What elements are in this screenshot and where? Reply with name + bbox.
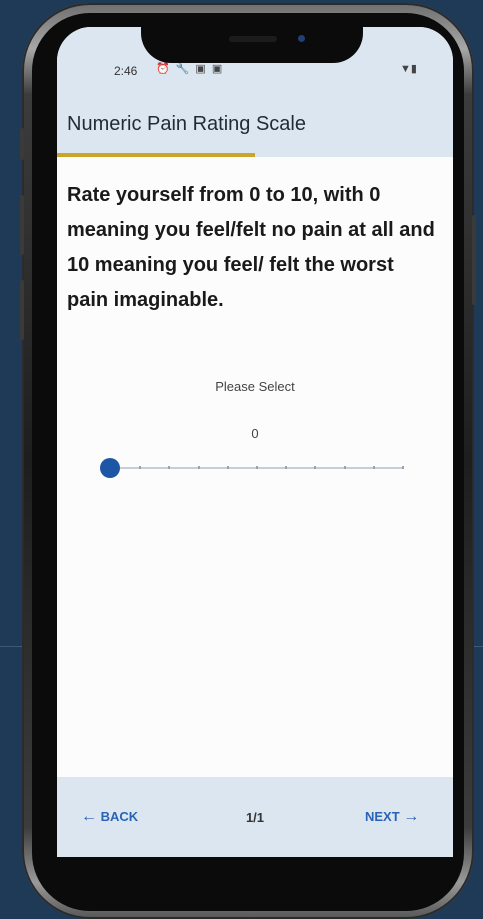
- slider-tick: [168, 466, 171, 469]
- progress-fill: [57, 153, 255, 157]
- progress-track: [57, 153, 453, 157]
- slider-tick: [197, 466, 200, 469]
- battery-icon: ▮: [410, 63, 417, 75]
- slider-tick: [226, 466, 229, 469]
- next-label: NEXT: [365, 809, 400, 824]
- phone-chin: [57, 857, 453, 897]
- card-icon: ▣: [211, 63, 229, 75]
- arrow-right-icon: →: [403, 808, 420, 825]
- slider-tick: [139, 466, 142, 469]
- status-icons: ⏰🔧▣▣: [156, 62, 228, 75]
- card-icon: ▣: [195, 63, 212, 75]
- pain-rating-slider[interactable]: [100, 457, 404, 479]
- side-button-right: [472, 215, 476, 305]
- slider-tick: [372, 466, 375, 469]
- slider-value: 0: [251, 426, 259, 441]
- side-button-left-top: [20, 128, 24, 160]
- side-button-left-low: [20, 280, 24, 340]
- slider-prompt: Please Select: [215, 379, 295, 394]
- slider-tick: [256, 466, 258, 469]
- slider-tick: [343, 466, 346, 469]
- slider-tick: [314, 466, 317, 469]
- phone-notch: [141, 18, 363, 63]
- front-camera: [298, 35, 305, 42]
- wrench-icon: 🔧: [175, 63, 196, 75]
- alarm-icon: ⏰: [156, 63, 176, 75]
- page-title: Numeric Pain Rating Scale: [67, 113, 306, 135]
- question-text: Rate yourself from 0 to 10, with 0 meani…: [67, 184, 435, 311]
- slider-thumb[interactable]: [100, 458, 120, 478]
- status-time: 2:46: [114, 64, 138, 78]
- slider-tick: [285, 466, 288, 469]
- side-button-left-mid: [20, 195, 24, 255]
- status-right-icons: ▼▮: [400, 62, 417, 75]
- next-button[interactable]: NEXT →: [365, 808, 419, 826]
- app-screen: 2:46 ⏰🔧▣▣ ▼▮ Numeric Pain Rating Scale R…: [57, 27, 453, 857]
- slider-tick: [402, 466, 404, 469]
- wifi-icon: ▼: [400, 63, 411, 75]
- speaker-grille: [229, 36, 277, 42]
